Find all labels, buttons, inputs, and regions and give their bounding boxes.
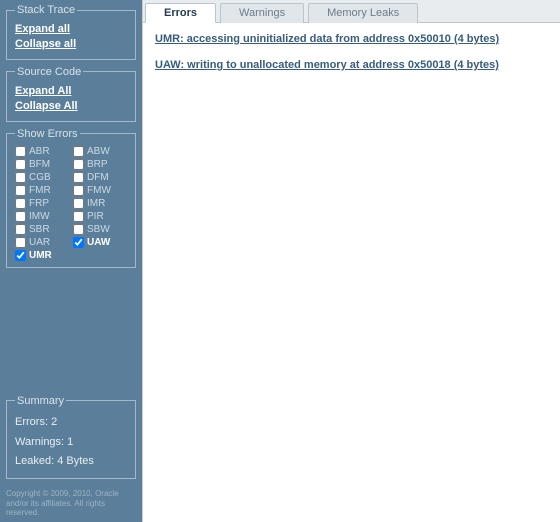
tab-warnings[interactable]: Warnings xyxy=(220,3,304,23)
expand-all-source-link[interactable]: Expand All xyxy=(15,84,127,99)
error-filter-imw[interactable]: IMW xyxy=(15,211,69,222)
error-filter-label-brp: BRP xyxy=(87,159,108,170)
tab-bar: Errors Warnings Memory Leaks xyxy=(143,0,560,23)
copyright-text: Copyright © 2009, 2010, Oracle and/or it… xyxy=(6,489,136,518)
summary-warnings: Warnings: 1 xyxy=(15,433,127,453)
expand-all-stack-link[interactable]: Expand all xyxy=(15,22,127,37)
error-filter-fmw[interactable]: FMW xyxy=(73,185,127,196)
error-filter-checkbox-dfm[interactable] xyxy=(73,172,84,183)
error-filter-checkbox-imr[interactable] xyxy=(73,198,84,209)
error-message-uaw[interactable]: UAW: writing to unallocated memory at ad… xyxy=(155,59,548,71)
error-filter-label-abw: ABW xyxy=(87,146,110,157)
error-filter-checkbox-fmr[interactable] xyxy=(15,185,26,196)
error-filter-label-sbr: SBR xyxy=(29,224,50,235)
summary-leaked: Leaked: 4 Bytes xyxy=(15,452,127,472)
error-filter-label-imr: IMR xyxy=(87,198,105,209)
error-filter-uar[interactable]: UAR xyxy=(15,237,69,248)
error-filter-checkbox-cgb[interactable] xyxy=(15,172,26,183)
error-filter-sbw[interactable]: SBW xyxy=(73,224,127,235)
show-errors-legend: Show Errors xyxy=(15,128,80,140)
error-filter-label-dfm: DFM xyxy=(87,172,109,183)
source-code-legend: Source Code xyxy=(15,66,83,78)
error-filter-label-cgb: CGB xyxy=(29,172,51,183)
error-filter-label-uaw: UAW xyxy=(87,237,110,248)
error-filter-checkbox-brp[interactable] xyxy=(73,159,84,170)
error-filter-checkbox-pir[interactable] xyxy=(73,211,84,222)
error-filter-checkbox-frp[interactable] xyxy=(15,198,26,209)
error-filter-uaw[interactable]: UAW xyxy=(73,237,127,248)
error-filter-cgb[interactable]: CGB xyxy=(15,172,69,183)
error-filter-abr[interactable]: ABR xyxy=(15,146,69,157)
error-filter-checkbox-uar[interactable] xyxy=(15,237,26,248)
error-filter-bfm[interactable]: BFM xyxy=(15,159,69,170)
stack-trace-legend: Stack Trace xyxy=(15,4,77,16)
error-filter-checkbox-abr[interactable] xyxy=(15,146,26,157)
error-filter-checkbox-sbr[interactable] xyxy=(15,224,26,235)
error-filter-checkbox-uaw[interactable] xyxy=(73,237,84,248)
error-filter-checkbox-imw[interactable] xyxy=(15,211,26,222)
summary-group: Summary Errors: 2 Warnings: 1 Leaked: 4 … xyxy=(6,395,136,479)
error-filter-label-pir: PIR xyxy=(87,211,104,222)
error-filter-label-uar: UAR xyxy=(29,237,50,248)
error-filter-checkbox-abw[interactable] xyxy=(73,146,84,157)
error-filter-label-fmr: FMR xyxy=(29,185,51,196)
error-filter-checkbox-umr[interactable] xyxy=(15,250,26,261)
error-filter-label-abr: ABR xyxy=(29,146,50,157)
error-filter-fmr[interactable]: FMR xyxy=(15,185,69,196)
error-filter-label-frp: FRP xyxy=(29,198,49,209)
error-filter-checkbox-fmw[interactable] xyxy=(73,185,84,196)
main-panel: Errors Warnings Memory Leaks UMR: access… xyxy=(142,0,560,522)
tab-errors[interactable]: Errors xyxy=(145,3,216,23)
sidebar: Stack Trace Expand all Collapse all Sour… xyxy=(0,0,142,522)
error-filter-label-bfm: BFM xyxy=(29,159,50,170)
error-filter-frp[interactable]: FRP xyxy=(15,198,69,209)
error-filter-label-fmw: FMW xyxy=(87,185,111,196)
summary-legend: Summary xyxy=(15,395,66,407)
tab-memory-leaks[interactable]: Memory Leaks xyxy=(308,3,418,23)
stack-trace-group: Stack Trace Expand all Collapse all xyxy=(6,4,136,60)
error-filter-abw[interactable]: ABW xyxy=(73,146,127,157)
source-code-group: Source Code Expand All Collapse All xyxy=(6,66,136,122)
collapse-all-stack-link[interactable]: Collapse all xyxy=(15,37,127,52)
content-area: UMR: accessing uninitialized data from a… xyxy=(143,23,560,522)
error-filter-brp[interactable]: BRP xyxy=(73,159,127,170)
error-filter-label-imw: IMW xyxy=(29,211,50,222)
collapse-all-source-link[interactable]: Collapse All xyxy=(15,99,127,114)
summary-errors: Errors: 2 xyxy=(15,413,127,433)
error-filter-imr[interactable]: IMR xyxy=(73,198,127,209)
error-filter-pir[interactable]: PIR xyxy=(73,211,127,222)
error-filter-sbr[interactable]: SBR xyxy=(15,224,69,235)
show-errors-group: Show Errors ABR ABW BFM BRP CGB DFM FMR FMW FRP I… xyxy=(6,128,136,268)
error-filter-dfm[interactable]: DFM xyxy=(73,172,127,183)
error-filter-label-umr: UMR xyxy=(29,250,52,261)
error-filter-checkbox-sbw[interactable] xyxy=(73,224,84,235)
error-filter-umr[interactable]: UMR xyxy=(15,250,69,261)
error-filter-checkbox-bfm[interactable] xyxy=(15,159,26,170)
error-filter-label-sbw: SBW xyxy=(87,224,110,235)
error-message-umr[interactable]: UMR: accessing uninitialized data from a… xyxy=(155,33,548,45)
